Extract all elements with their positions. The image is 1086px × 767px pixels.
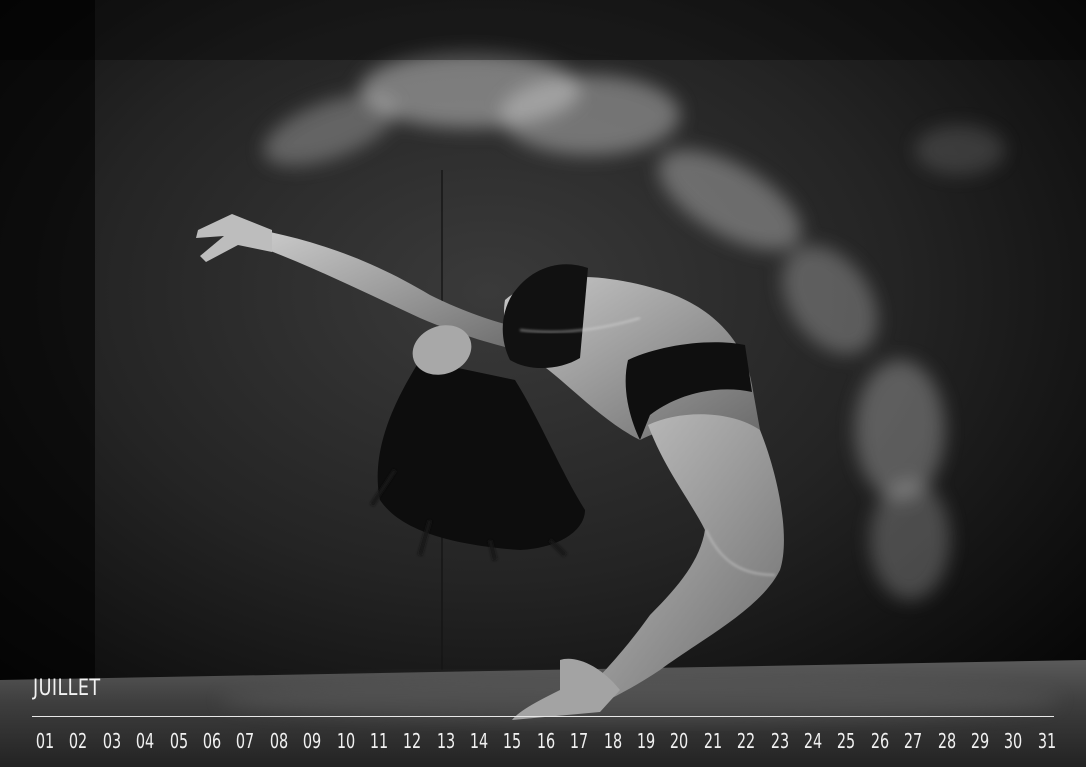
day-number: 23 [770, 729, 789, 753]
day-number: 10 [336, 729, 355, 753]
day-number: 12 [403, 729, 422, 753]
day-number: 15 [503, 729, 522, 753]
day-number: 06 [202, 729, 222, 753]
day-number: 09 [302, 729, 322, 753]
day-number: 07 [236, 729, 255, 753]
dancer-photo [0, 0, 1086, 767]
day-number: 13 [436, 729, 455, 753]
day-number: 22 [737, 729, 756, 753]
day-number: 18 [603, 729, 622, 753]
day-number: 17 [570, 729, 589, 753]
day-number: 01 [35, 729, 55, 753]
day-number: 19 [636, 729, 656, 753]
day-number: 04 [136, 729, 155, 753]
day-number: 27 [903, 729, 923, 753]
day-number: 24 [803, 729, 823, 753]
day-number: 02 [69, 729, 88, 753]
day-number: 25 [837, 729, 856, 753]
day-number: 31 [1037, 729, 1056, 753]
divider-line [32, 716, 1054, 717]
day-number: 30 [1004, 729, 1023, 753]
month-label: JUILLET [33, 676, 101, 701]
day-number: 20 [670, 729, 689, 753]
day-number: 26 [870, 729, 889, 753]
day-number: 21 [703, 729, 722, 753]
day-number: 29 [970, 729, 990, 753]
day-number: 05 [169, 729, 188, 753]
day-number: 03 [102, 729, 121, 753]
day-number: 28 [937, 729, 956, 753]
day-number-row: 01 02 03 04 05 06 07 08 09 10 11 12 13 14 15 16 17 18 19 20… [30, 729, 1062, 757]
day-number: 08 [269, 729, 288, 753]
calendar-page: JUILLET 01 02 03 04 05 06 07 08 09 10 11 12 13 14 15 16… [0, 0, 1086, 767]
day-number: 16 [536, 729, 556, 753]
day-number: 11 [369, 729, 389, 753]
day-number: 14 [469, 729, 489, 753]
